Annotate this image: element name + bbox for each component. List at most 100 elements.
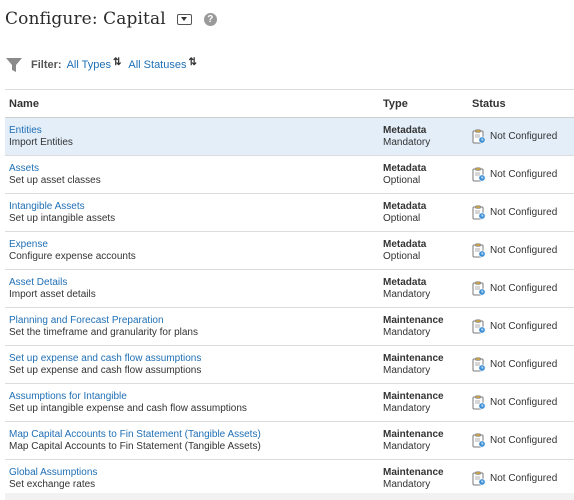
task-requirement: Optional	[383, 174, 421, 186]
task-description: Import asset details	[9, 288, 96, 300]
status-indicator: Not Configured	[472, 281, 570, 296]
not-configured-icon	[472, 357, 486, 372]
type-cell: Maintenance Mandatory	[379, 307, 468, 346]
tasks-table: Name Type Status Entities Import Entities…	[5, 89, 574, 498]
task-type: Maintenance	[383, 390, 444, 402]
name-cell: Map Capital Accounts to Fin Statement (T…	[5, 421, 379, 460]
not-configured-icon	[472, 243, 486, 258]
status-text: Not Configured	[490, 359, 558, 370]
table-row[interactable]: Assets Set up asset classes Metadata Option…	[5, 155, 574, 194]
status-text: Not Configured	[490, 283, 558, 294]
task-type: Maintenance	[383, 314, 444, 326]
swap-icon: ⇅	[188, 56, 197, 68]
table-row[interactable]: Assumptions for Intangible Set up intangi…	[5, 383, 574, 422]
task-requirement: Mandatory	[383, 136, 431, 148]
not-configured-icon	[472, 395, 486, 410]
status-cell: Not Configured	[468, 193, 574, 232]
task-link[interactable]: Planning and Forecast Preparation	[9, 315, 375, 327]
task-requirement: Mandatory	[383, 364, 431, 376]
task-type: Maintenance	[383, 352, 444, 364]
table-row[interactable]: Intangible Assets Set up intangible asset…	[5, 193, 574, 232]
table-row[interactable]: Expense Configure expense accounts Metadat…	[5, 231, 574, 270]
status-filter-link[interactable]: All Statuses ⇅	[128, 56, 197, 72]
title-bar: Configure: Capital ?	[5, 6, 217, 32]
status-indicator: Not Configured	[472, 395, 570, 410]
name-cell: Entities Import Entities	[5, 117, 379, 156]
task-description: Configure expense accounts	[9, 250, 136, 262]
task-requirement: Mandatory	[383, 326, 431, 338]
table-row[interactable]: Map Capital Accounts to Fin Statement (T…	[5, 421, 574, 460]
task-link[interactable]: Map Capital Accounts to Fin Statement (T…	[9, 429, 375, 441]
not-configured-icon	[472, 471, 486, 486]
task-link[interactable]: Set up expense and cash flow assumptions	[9, 353, 375, 365]
table-header-row: Name Type Status	[5, 89, 574, 118]
task-type: Maintenance	[383, 466, 444, 478]
type-filter-link[interactable]: All Types ⇅	[66, 56, 122, 72]
filter-icon[interactable]	[5, 56, 23, 74]
table-row[interactable]: Global Assumptions Set exchange rates Main…	[5, 459, 574, 498]
column-header-name[interactable]: Name	[5, 89, 379, 118]
page-title: Configure: Capital	[5, 9, 166, 29]
type-cell: Maintenance Mandatory	[379, 345, 468, 384]
status-cell: Not Configured	[468, 421, 574, 460]
name-cell: Set up expense and cash flow assumptions…	[5, 345, 379, 384]
task-link[interactable]: Intangible Assets	[9, 201, 375, 213]
filter-label: Filter:	[31, 59, 62, 71]
column-header-status[interactable]: Status	[468, 89, 574, 118]
column-header-type[interactable]: Type	[379, 89, 468, 118]
task-link[interactable]: Assets	[9, 163, 375, 175]
task-requirement: Optional	[383, 250, 421, 262]
name-cell: Expense Configure expense accounts	[5, 231, 379, 270]
name-cell: Assumptions for Intangible Set up intangi…	[5, 383, 379, 422]
task-link[interactable]: Entities	[9, 125, 375, 137]
not-configured-icon	[472, 433, 486, 448]
swap-icon: ⇅	[113, 56, 122, 68]
status-text: Not Configured	[490, 245, 558, 256]
task-description: Set up intangible expense and cash flow …	[9, 402, 247, 414]
task-link[interactable]: Asset Details	[9, 277, 375, 289]
type-cell: Metadata Optional	[379, 231, 468, 270]
status-text: Not Configured	[490, 169, 558, 180]
status-indicator: Not Configured	[472, 243, 570, 258]
task-link[interactable]: Global Assumptions	[9, 467, 375, 479]
task-type: Metadata	[383, 238, 427, 250]
task-description: Set the timeframe and granularity for pl…	[9, 326, 198, 338]
status-cell: Not Configured	[468, 269, 574, 308]
type-cell: Metadata Mandatory	[379, 117, 468, 156]
task-type: Metadata	[383, 276, 427, 288]
table-row[interactable]: Set up expense and cash flow assumptions…	[5, 345, 574, 384]
status-indicator: Not Configured	[472, 129, 570, 144]
name-cell: Assets Set up asset classes	[5, 155, 379, 194]
status-text: Not Configured	[490, 397, 558, 408]
status-filter-label: All Statuses	[128, 59, 187, 71]
task-link[interactable]: Expense	[9, 239, 375, 251]
task-requirement: Optional	[383, 212, 421, 224]
name-cell: Planning and Forecast Preparation Set the…	[5, 307, 379, 346]
actions-menu-icon[interactable]	[176, 13, 192, 25]
task-link[interactable]: Assumptions for Intangible	[9, 391, 375, 403]
status-indicator: Not Configured	[472, 167, 570, 182]
type-cell: Metadata Optional	[379, 155, 468, 194]
type-cell: Maintenance Mandatory	[379, 383, 468, 422]
task-description: Map Capital Accounts to Fin Statement (T…	[9, 440, 261, 452]
task-description: Set up intangible assets	[9, 212, 116, 224]
status-text: Not Configured	[490, 207, 558, 218]
status-cell: Not Configured	[468, 383, 574, 422]
status-cell: Not Configured	[468, 345, 574, 384]
type-filter-label: All Types	[66, 59, 111, 71]
task-requirement: Mandatory	[383, 402, 431, 414]
task-description: Set up expense and cash flow assumptions	[9, 364, 202, 376]
status-cell: Not Configured	[468, 307, 574, 346]
status-cell: Not Configured	[468, 155, 574, 194]
not-configured-icon	[472, 129, 486, 144]
task-description: Set up asset classes	[9, 174, 101, 186]
status-cell: Not Configured	[468, 459, 574, 498]
table-row[interactable]: Asset Details Import asset details Metadat…	[5, 269, 574, 308]
table-row[interactable]: Entities Import Entities Metadata Mandatory…	[5, 117, 574, 156]
name-cell: Global Assumptions Set exchange rates	[5, 459, 379, 498]
table-row[interactable]: Planning and Forecast Preparation Set the…	[5, 307, 574, 346]
status-cell: Not Configured	[468, 231, 574, 270]
help-icon[interactable]: ?	[203, 12, 217, 26]
task-requirement: Mandatory	[383, 288, 431, 300]
status-text: Not Configured	[490, 435, 558, 446]
